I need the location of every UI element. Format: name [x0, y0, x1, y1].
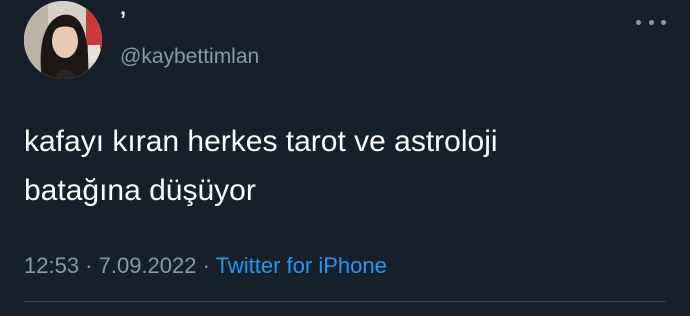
tweet: ’ @kaybettimlan kafayı kıran herkes taro… [0, 0, 690, 316]
tweet-text: kafayı kıran herkes tarot ve astroloji b… [24, 125, 498, 207]
avatar[interactable] [24, 1, 102, 79]
profile-photo-icon [24, 1, 102, 79]
tweet-time[interactable]: 12:53 [24, 253, 79, 278]
meta-separator: · [79, 253, 99, 278]
divider [24, 301, 666, 302]
meta-separator: · [196, 253, 216, 278]
user-handle[interactable]: @kaybettimlan [120, 45, 259, 69]
more-options-button[interactable] [636, 12, 666, 32]
more-horizontal-icon [661, 19, 666, 25]
tweet-date[interactable]: 7.09.2022 [99, 253, 197, 278]
tweet-source-link[interactable]: Twitter for iPhone [216, 253, 387, 278]
more-horizontal-icon [636, 19, 641, 25]
display-name[interactable]: ’ [120, 8, 126, 32]
tweet-metadata: 12:53 · 7.09.2022 · Twitter for iPhone [24, 252, 387, 280]
more-horizontal-icon [648, 19, 654, 25]
